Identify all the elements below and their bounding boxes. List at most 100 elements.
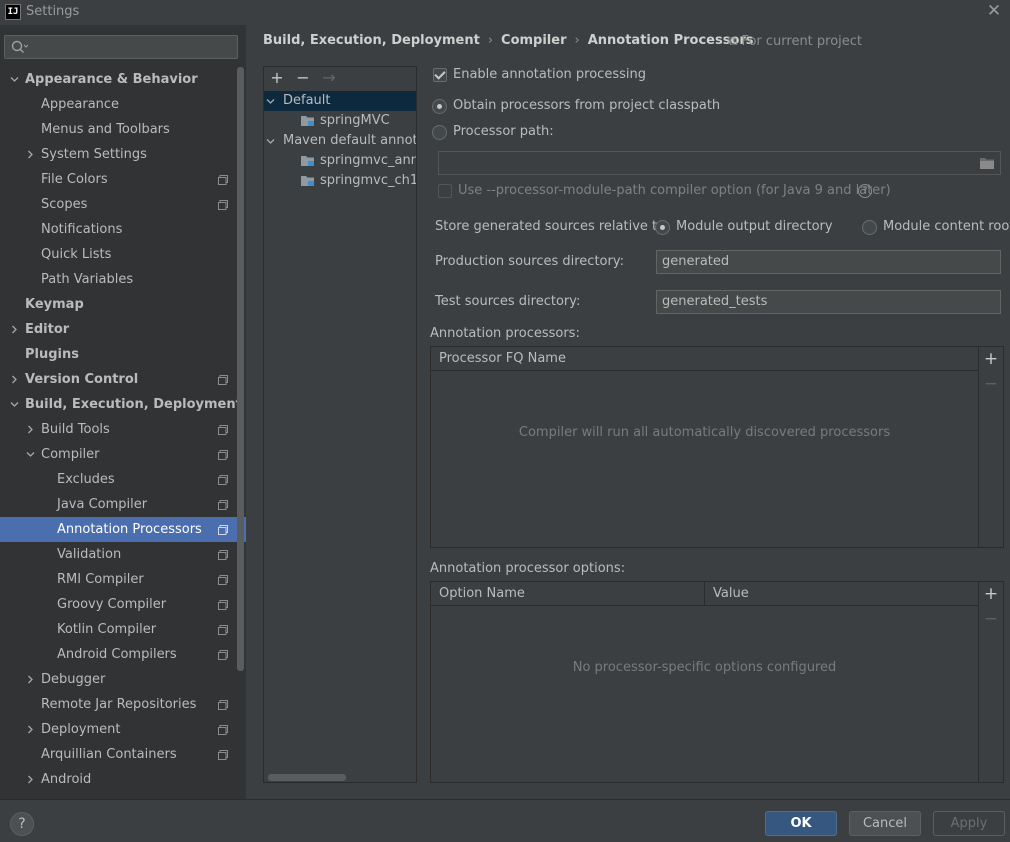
chevron-right-icon[interactable] <box>26 150 35 159</box>
profile-module-item[interactable]: springmvc_annotation <box>264 151 416 171</box>
sidebar-item-appearance[interactable]: Appearance <box>0 92 246 117</box>
breadcrumb-item[interactable]: Build, Execution, Deployment <box>263 33 480 48</box>
sidebar-item-system-settings[interactable]: System Settings <box>0 142 246 167</box>
sidebar-item-notifications[interactable]: Notifications <box>0 217 246 242</box>
close-icon[interactable]: ✕ <box>986 3 1002 20</box>
sidebar-item-compiler[interactable]: Compiler <box>0 442 246 467</box>
test-dir-input[interactable]: generated_tests <box>656 290 1001 314</box>
options-table: Option Name Value No processor-specific … <box>430 581 1004 783</box>
remove-profile-button[interactable]: − <box>294 69 312 87</box>
sidebar-item-keymap[interactable]: Keymap <box>0 292 246 317</box>
sidebar-item-rmi-compiler[interactable]: RMI Compiler <box>0 567 246 592</box>
chevron-right-icon[interactable] <box>26 675 35 684</box>
help-question-icon[interactable]: ? <box>858 184 872 198</box>
sidebar-item-quick-lists[interactable]: Quick Lists <box>0 242 246 267</box>
project-level-icon <box>218 725 228 735</box>
enable-annotation-label[interactable]: Enable annotation processing <box>453 67 646 82</box>
sidebar-item-validation[interactable]: Validation <box>0 542 246 567</box>
sidebar-item-java-compiler[interactable]: Java Compiler <box>0 492 246 517</box>
profile-module-item[interactable]: springMVC <box>264 111 416 131</box>
add-processor-button[interactable]: + <box>982 350 1000 368</box>
sidebar-item-android-compilers[interactable]: Android Compilers <box>0 642 246 667</box>
sidebar-item-scopes[interactable]: Scopes <box>0 192 246 217</box>
module-path-label[interactable]: Use --processor-module-path compiler opt… <box>458 183 891 198</box>
project-level-icon <box>218 575 228 585</box>
processors-title: Annotation processors: <box>430 326 580 341</box>
obtain-classpath-label[interactable]: Obtain processors from project classpath <box>453 98 720 113</box>
cancel-button[interactable]: Cancel <box>849 811 921 836</box>
sidebar-item-deployment[interactable]: Deployment <box>0 717 246 742</box>
sidebar-item-build-tools[interactable]: Build Tools <box>0 417 246 442</box>
profile-module-item[interactable]: springmvc_ch1 <box>264 171 416 191</box>
sidebar-item-android[interactable]: Android <box>0 767 246 792</box>
project-level-icon <box>218 450 228 460</box>
add-option-button[interactable]: + <box>982 585 1000 603</box>
sidebar-item-editor[interactable]: Editor <box>0 317 246 342</box>
option-name-header[interactable]: Option Name <box>431 582 525 606</box>
remove-option-button[interactable]: − <box>982 610 1000 628</box>
project-level-icon <box>218 550 228 560</box>
chevron-right-icon[interactable] <box>26 425 35 434</box>
sidebar-item-label: Notifications <box>41 222 123 237</box>
processor-path-field[interactable] <box>438 151 1001 175</box>
ok-button[interactable]: OK <box>765 811 837 836</box>
apply-button[interactable]: Apply <box>933 811 1005 836</box>
sidebar-item-plugins[interactable]: Plugins <box>0 342 246 367</box>
sidebar-item-path-variables[interactable]: Path Variables <box>0 267 246 292</box>
chevron-down-icon[interactable] <box>10 75 19 84</box>
sidebar-item-build-execution-deployment[interactable]: Build, Execution, Deployment <box>0 392 246 417</box>
enable-annotation-checkbox[interactable] <box>433 68 447 82</box>
obtain-classpath-radio[interactable] <box>432 99 447 114</box>
module-output-label[interactable]: Module output directory <box>676 219 833 234</box>
sidebar-item-label: Debugger <box>41 672 106 687</box>
sidebar-item-label: Scopes <box>41 197 88 212</box>
sidebar-item-appearance-behavior[interactable]: Appearance & Behavior <box>0 67 246 92</box>
sidebar-item-excludes[interactable]: Excludes <box>0 467 246 492</box>
search-icon <box>11 40 28 53</box>
sidebar-item-kotlin-compiler[interactable]: Kotlin Compiler <box>0 617 246 642</box>
processor-path-label[interactable]: Processor path: <box>453 124 554 139</box>
add-profile-button[interactable]: + <box>268 69 286 87</box>
option-value-header[interactable]: Value <box>705 582 749 606</box>
sidebar-item-menus-and-toolbars[interactable]: Menus and Toolbars <box>0 117 246 142</box>
sidebar-item-version-control[interactable]: Version Control <box>0 367 246 392</box>
processors-table: Processor FQ Name Compiler will run all … <box>430 346 1004 548</box>
profiles-scrollbar[interactable] <box>268 774 346 781</box>
chevron-down-icon[interactable] <box>266 97 275 106</box>
module-content-root-radio[interactable] <box>862 220 877 235</box>
production-dir-input[interactable]: generated <box>656 250 1001 274</box>
help-button[interactable]: ? <box>10 812 34 836</box>
project-level-icon <box>218 425 228 435</box>
settings-sidebar: Appearance & Behavior Appearance Menus and… <box>0 25 246 799</box>
remove-processor-button[interactable]: − <box>982 375 1000 393</box>
sidebar-item-annotation-processors[interactable]: Annotation Processors <box>0 517 246 542</box>
sidebar-item-arquillian-containers[interactable]: Arquillian Containers <box>0 742 246 767</box>
chevron-down-icon[interactable] <box>10 400 19 409</box>
processor-path-radio[interactable] <box>432 125 447 140</box>
sidebar-item-label: Appearance & Behavior <box>25 72 198 87</box>
profile-item[interactable]: Default <box>264 91 416 111</box>
chevron-right-icon[interactable] <box>26 775 35 784</box>
sidebar-item-remote-jar-repositories[interactable]: Remote Jar Repositories <box>0 692 246 717</box>
processors-empty-text: Compiler will run all automatically disc… <box>518 425 891 440</box>
module-content-root-label[interactable]: Module content root <box>883 219 1010 234</box>
chevron-right-icon[interactable] <box>26 725 35 734</box>
search-input[interactable] <box>4 35 238 59</box>
chevron-down-icon[interactable] <box>266 137 275 146</box>
sidebar-item-label: Build Tools <box>41 422 110 437</box>
folder-browse-icon[interactable] <box>979 156 995 170</box>
profile-label: springmvc_annotation <box>320 153 416 168</box>
chevron-down-icon[interactable] <box>26 450 35 459</box>
sidebar-item-groovy-compiler[interactable]: Groovy Compiler <box>0 592 246 617</box>
sidebar-item-file-colors[interactable]: File Colors <box>0 167 246 192</box>
sidebar-item-debugger[interactable]: Debugger <box>0 667 246 692</box>
chevron-right-icon[interactable] <box>10 325 19 334</box>
move-to-profile-button[interactable]: → <box>320 69 338 87</box>
module-output-radio[interactable] <box>655 220 670 235</box>
chevron-right-icon[interactable] <box>10 375 19 384</box>
breadcrumb-item[interactable]: Compiler <box>501 33 566 48</box>
module-path-checkbox[interactable] <box>438 184 452 198</box>
sidebar-scrollbar[interactable] <box>237 67 244 671</box>
profile-item[interactable]: Maven default annotation processors prof… <box>264 131 416 151</box>
processor-fq-name-header[interactable]: Processor FQ Name <box>431 347 566 371</box>
